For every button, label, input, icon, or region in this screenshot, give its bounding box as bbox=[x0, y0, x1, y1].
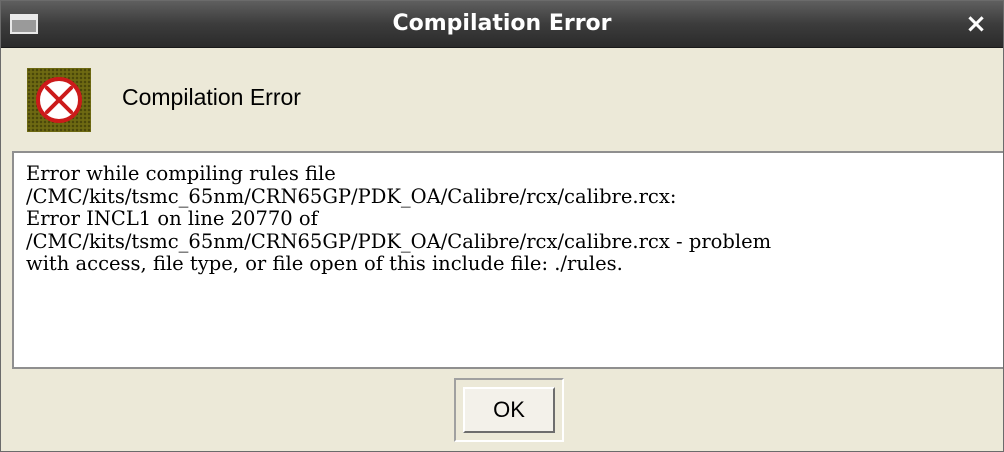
window-title: Compilation Error bbox=[392, 11, 612, 36]
message-line: /CMC/kits/tsmc_65nm/CRN65GP/PDK_OA/Calib… bbox=[26, 184, 677, 208]
message-line: Error while compiling rules file bbox=[26, 162, 336, 185]
title-bar[interactable]: Compilation Error × bbox=[1, 1, 1003, 48]
error-message-text[interactable]: Error while compiling rules file /CMC/ki… bbox=[12, 151, 1003, 369]
close-icon[interactable]: × bbox=[959, 1, 993, 47]
compilation-error-dialog: Compilation Error × Compilation Error Er… bbox=[0, 0, 1004, 452]
default-button-frame: OK bbox=[454, 378, 564, 442]
button-bar: OK bbox=[1, 369, 1003, 451]
ok-button[interactable]: OK bbox=[463, 387, 555, 433]
message-line: Error INCL1 on line 20770 of bbox=[26, 207, 318, 230]
message-line: with access, file type, or file open of … bbox=[26, 252, 623, 275]
header-label: Compilation Error bbox=[122, 84, 301, 110]
message-line: /CMC/kits/tsmc_65nm/CRN65GP/PDK_OA/Calib… bbox=[26, 229, 772, 253]
dialog-header: Compilation Error bbox=[1, 48, 1003, 148]
error-icon bbox=[27, 68, 91, 132]
